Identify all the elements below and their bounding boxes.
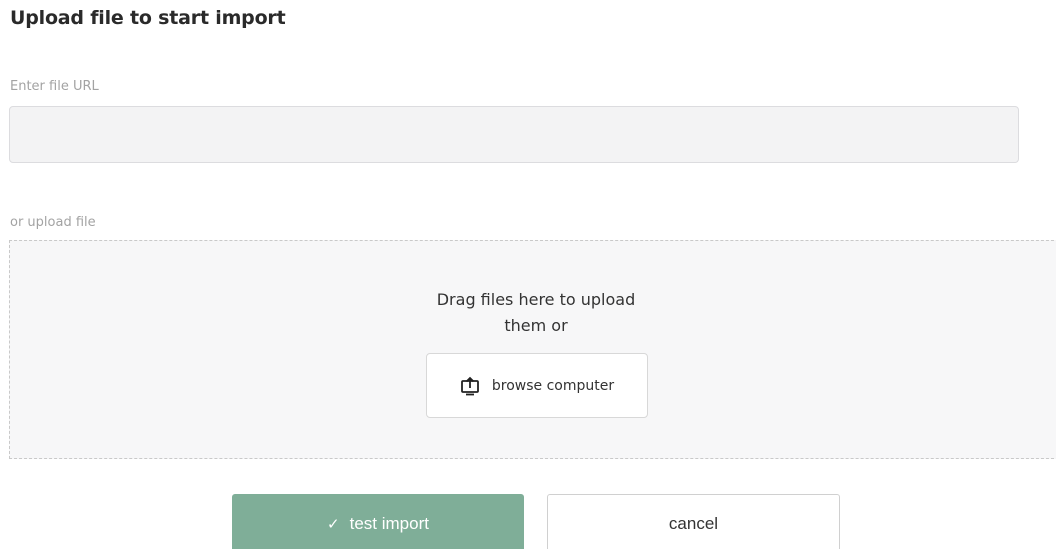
upload-icon (460, 376, 480, 396)
check-icon: ✓ (327, 516, 340, 533)
file-url-input[interactable] (9, 106, 1019, 163)
cancel-button[interactable]: cancel (547, 494, 840, 549)
browse-computer-label: browse computer (491, 377, 615, 394)
test-import-label: test import (349, 514, 429, 533)
import-page: Upload file to start import Enter file U… (0, 0, 1056, 549)
cancel-label: cancel (668, 514, 719, 533)
test-import-button[interactable]: ✓ test import (232, 494, 524, 549)
page-title: Upload file to start import (10, 7, 286, 29)
upload-field-label: or upload file (10, 215, 96, 230)
browse-computer-button[interactable]: browse computer (426, 353, 648, 418)
file-dropzone[interactable]: Drag files here to upload them or browse… (9, 240, 1056, 459)
url-field-label: Enter file URL (10, 79, 99, 94)
dropzone-text-line2: them or (504, 316, 568, 335)
dropzone-instructions: Drag files here to upload them or (10, 287, 1056, 339)
dropzone-text-line1: Drag files here to upload (436, 290, 636, 309)
